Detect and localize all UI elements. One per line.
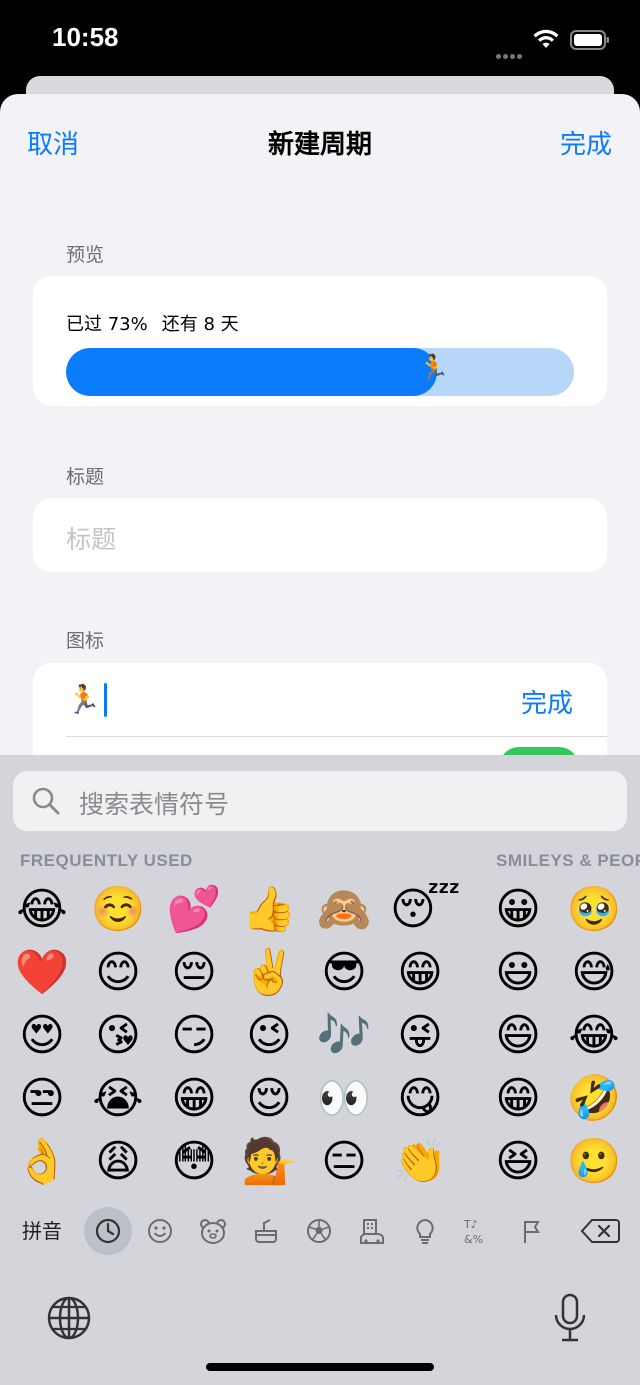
icon-done-button[interactable]: 完成 xyxy=(521,683,573,720)
emoji-key[interactable]: 😂 xyxy=(12,880,72,940)
emoji-key[interactable]: ☺️ xyxy=(88,880,148,940)
pinyin-button[interactable]: 拼音 xyxy=(22,1215,62,1244)
emoji-key[interactable]: 💕 xyxy=(164,880,224,940)
emoji-key[interactable]: 😎 xyxy=(314,943,374,1003)
emoji-key[interactable]: 😜 xyxy=(390,1006,450,1066)
emoji-key[interactable]: 😑 xyxy=(314,1132,374,1192)
emoji-key[interactable]: 😀 xyxy=(488,880,548,940)
flag-icon[interactable] xyxy=(511,1211,551,1251)
emoji-key[interactable]: 🎶 xyxy=(314,1006,374,1066)
page-title: 新建周期 xyxy=(267,130,372,160)
food-icon[interactable] xyxy=(246,1211,286,1251)
emoji-key[interactable]: 🥹 xyxy=(564,880,624,940)
title-input[interactable]: 标题 xyxy=(66,520,116,556)
elapsed-text: 已过 73% xyxy=(66,314,148,335)
emoji-key[interactable]: 😃 xyxy=(488,943,548,1003)
emoji-key[interactable]: ✌️ xyxy=(239,943,299,1003)
emoji-key[interactable]: 😭 xyxy=(88,1069,148,1129)
emoji-key[interactable]: ❤️ xyxy=(12,943,72,1003)
progress-bar: 🏃 xyxy=(66,348,574,396)
emoji-key[interactable]: 😁 xyxy=(164,1069,224,1129)
icon-label: 图标 xyxy=(66,630,105,652)
svg-text:&%: &% xyxy=(464,1233,483,1246)
emoji-key[interactable]: 😁 xyxy=(488,1069,548,1129)
emoji-key[interactable]: 🙈 xyxy=(314,880,374,940)
preview-status: 已过 73% 还有 8 天 xyxy=(66,310,253,336)
emoji-key[interactable]: 😍 xyxy=(12,1006,72,1066)
done-button[interactable]: 完成 xyxy=(560,124,612,161)
home-indicator xyxy=(206,1363,434,1371)
divider xyxy=(66,736,607,737)
status-time: 10:58 xyxy=(52,22,119,52)
ball-icon[interactable] xyxy=(299,1211,339,1251)
title-label: 标题 xyxy=(66,466,105,488)
animal-icon[interactable] xyxy=(193,1211,233,1251)
emoji-key[interactable]: 😔 xyxy=(164,943,224,1003)
emoji-key[interactable]: 😒 xyxy=(12,1069,72,1129)
preview-card: 已过 73% 还有 8 天 🏃 xyxy=(33,276,607,406)
emoji-key[interactable]: 👌 xyxy=(12,1132,72,1192)
emoji-key[interactable]: 😆 xyxy=(488,1132,548,1192)
emoji-category-bar: 拼音 T♪ &% xyxy=(0,1203,640,1255)
emoji-key[interactable]: 😉 xyxy=(239,1006,299,1066)
emoji-key[interactable]: 😘 xyxy=(88,1006,148,1066)
emoji-key[interactable]: 🥲 xyxy=(564,1132,624,1192)
search-icon xyxy=(32,787,60,815)
emoji-search-input[interactable]: 搜索表情符号 xyxy=(79,785,229,821)
runner-emoji: 🏃 xyxy=(417,354,450,384)
progress-fill xyxy=(66,348,437,396)
emoji-search-field[interactable]: 搜索表情符号 xyxy=(13,771,627,831)
remaining-text: 还有 8 天 xyxy=(161,314,239,335)
emoji-key[interactable]: 👍 xyxy=(239,880,299,940)
symbols-icon[interactable]: T♪ &% xyxy=(458,1211,498,1251)
emoji-key[interactable]: 👀 xyxy=(314,1069,374,1129)
building-icon[interactable] xyxy=(352,1211,392,1251)
bulb-icon[interactable] xyxy=(405,1211,445,1251)
emoji-key[interactable]: 💁 xyxy=(239,1132,299,1192)
emoji-key[interactable]: 🤣 xyxy=(564,1069,624,1129)
emoji-key[interactable]: 😌 xyxy=(239,1069,299,1129)
wifi-icon xyxy=(533,29,559,48)
svg-text:T♪: T♪ xyxy=(463,1218,478,1231)
emoji-key[interactable]: 😋 xyxy=(390,1069,450,1129)
text-caret xyxy=(104,683,107,717)
signal-icon xyxy=(496,44,524,59)
emoji-key[interactable]: 😴 xyxy=(390,880,461,940)
delete-icon[interactable] xyxy=(578,1211,622,1251)
category-smileys: SMILEYS & PEOPLE xyxy=(496,851,640,870)
category-frequently-used: FREQUENTLY USED xyxy=(20,851,193,870)
emoji-key[interactable]: 😄 xyxy=(488,1006,548,1066)
emoji-key[interactable]: 😅 xyxy=(564,943,624,1003)
battery-icon xyxy=(570,30,609,50)
microphone-icon[interactable] xyxy=(552,1293,588,1343)
emoji-key[interactable]: 😂 xyxy=(564,1006,624,1066)
title-field[interactable]: 标题 xyxy=(33,498,607,572)
emoji-key[interactable]: 😩 xyxy=(88,1132,148,1192)
preview-label: 预览 xyxy=(66,244,105,266)
emoji-key[interactable]: 😁 xyxy=(390,943,450,1003)
emoji-key[interactable]: 😏 xyxy=(164,1006,224,1066)
smiley-icon[interactable] xyxy=(140,1211,180,1251)
status-bar: 10:58 xyxy=(0,0,640,80)
emoji-key[interactable]: 👏 xyxy=(390,1132,450,1192)
emoji-keyboard: 搜索表情符号 FREQUENTLY USED SMILEYS & PEOPLE … xyxy=(0,755,640,1385)
icon-input[interactable]: 🏃 xyxy=(66,683,101,716)
emoji-key[interactable]: 😊 xyxy=(88,943,148,1003)
clock-icon[interactable] xyxy=(84,1207,132,1255)
emoji-key[interactable]: 😳 xyxy=(164,1132,224,1192)
globe-icon[interactable] xyxy=(46,1295,92,1341)
